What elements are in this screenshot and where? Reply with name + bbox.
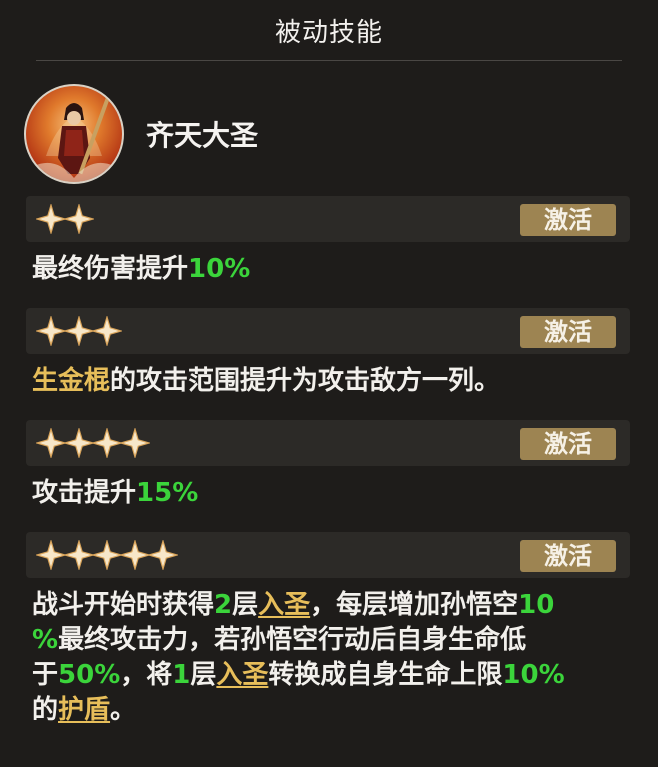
skill-row: 齐天大圣 (24, 82, 258, 186)
star-rating (36, 428, 150, 458)
star-icon (92, 316, 122, 346)
tier-description: 攻击提升15% (32, 476, 632, 511)
star-icon (64, 428, 94, 458)
desc-line: 于50%，将1层入圣转换成自身生命上限10% (32, 658, 632, 693)
star-icon (92, 428, 122, 458)
desc-value: 10% (188, 254, 251, 284)
star-icon (92, 540, 122, 570)
activate-button[interactable]: 激活 (520, 204, 616, 236)
panel-header: 被动技能 (36, 0, 622, 61)
panel-title: 被动技能 (274, 17, 383, 48)
desc-text: 最终攻击力，若孙悟空行动后自身生命低 (58, 625, 527, 655)
desc-value: 1 (172, 660, 191, 690)
desc-text: 战斗开始时获得 (32, 590, 215, 620)
desc-value: 2 (214, 590, 233, 620)
star-icon (148, 540, 178, 570)
tier-description: 战斗开始时获得2层入圣，每层增加孙悟空10 %最终攻击力，若孙悟空行动后自身生命… (32, 588, 632, 728)
star-icon (64, 540, 94, 570)
desc-text: 最终伤害提升 (32, 254, 189, 284)
tier-bar-2-star: 激活 (26, 196, 630, 242)
desc-text: ，将 (120, 660, 173, 690)
star-icon (36, 540, 66, 570)
skill-avatar (24, 84, 124, 184)
desc-text: 于 (32, 660, 59, 690)
tier-bar-3-star: 激活 (26, 308, 630, 354)
desc-line: 战斗开始时获得2层入圣，每层增加孙悟空10 (32, 588, 632, 623)
tier-bar-5-star: 激活 (26, 532, 630, 578)
desc-value: 50% (58, 660, 121, 690)
desc-text: 转换成自身生命上限 (268, 660, 503, 690)
star-icon (120, 428, 150, 458)
star-icon (36, 204, 66, 234)
skill-name: 齐天大圣 (146, 119, 259, 152)
weapon-keyword: 生金棍 (32, 366, 111, 396)
tier-description: 最终伤害提升10% (32, 252, 632, 287)
tier-bar-4-star: 激活 (26, 420, 630, 466)
star-icon (64, 204, 94, 234)
activate-button[interactable]: 激活 (520, 316, 616, 348)
desc-text: 攻击提升 (32, 478, 137, 508)
desc-value: 15% (136, 478, 199, 508)
desc-text: ，每层增加孙悟空 (310, 590, 519, 620)
desc-value: % (32, 625, 59, 655)
desc-line: 的护盾。 (32, 693, 632, 728)
keyword-link[interactable]: 入圣 (258, 590, 310, 620)
monkey-king-portrait-icon (34, 97, 114, 182)
desc-text: 的 (32, 695, 59, 725)
star-icon (36, 428, 66, 458)
activate-button[interactable]: 激活 (520, 540, 616, 572)
star-icon (36, 316, 66, 346)
star-icon (120, 540, 150, 570)
star-rating (36, 204, 94, 234)
keyword-link[interactable]: 护盾 (58, 695, 110, 725)
activate-button[interactable]: 激活 (520, 428, 616, 460)
tier-description: 生金棍的攻击范围提升为攻击敌方一列。 (32, 364, 632, 399)
keyword-link[interactable]: 入圣 (216, 660, 268, 690)
star-rating (36, 540, 178, 570)
desc-text: 层 (190, 660, 217, 690)
desc-value: 10% (502, 660, 565, 690)
desc-line: %最终攻击力，若孙悟空行动后自身生命低 (32, 623, 632, 658)
star-rating (36, 316, 122, 346)
star-icon (64, 316, 94, 346)
desc-value: 10 (518, 590, 555, 620)
desc-text: 的攻击范围提升为攻击敌方一列。 (110, 366, 501, 396)
desc-text: 。 (110, 695, 137, 725)
desc-text: 层 (232, 590, 259, 620)
